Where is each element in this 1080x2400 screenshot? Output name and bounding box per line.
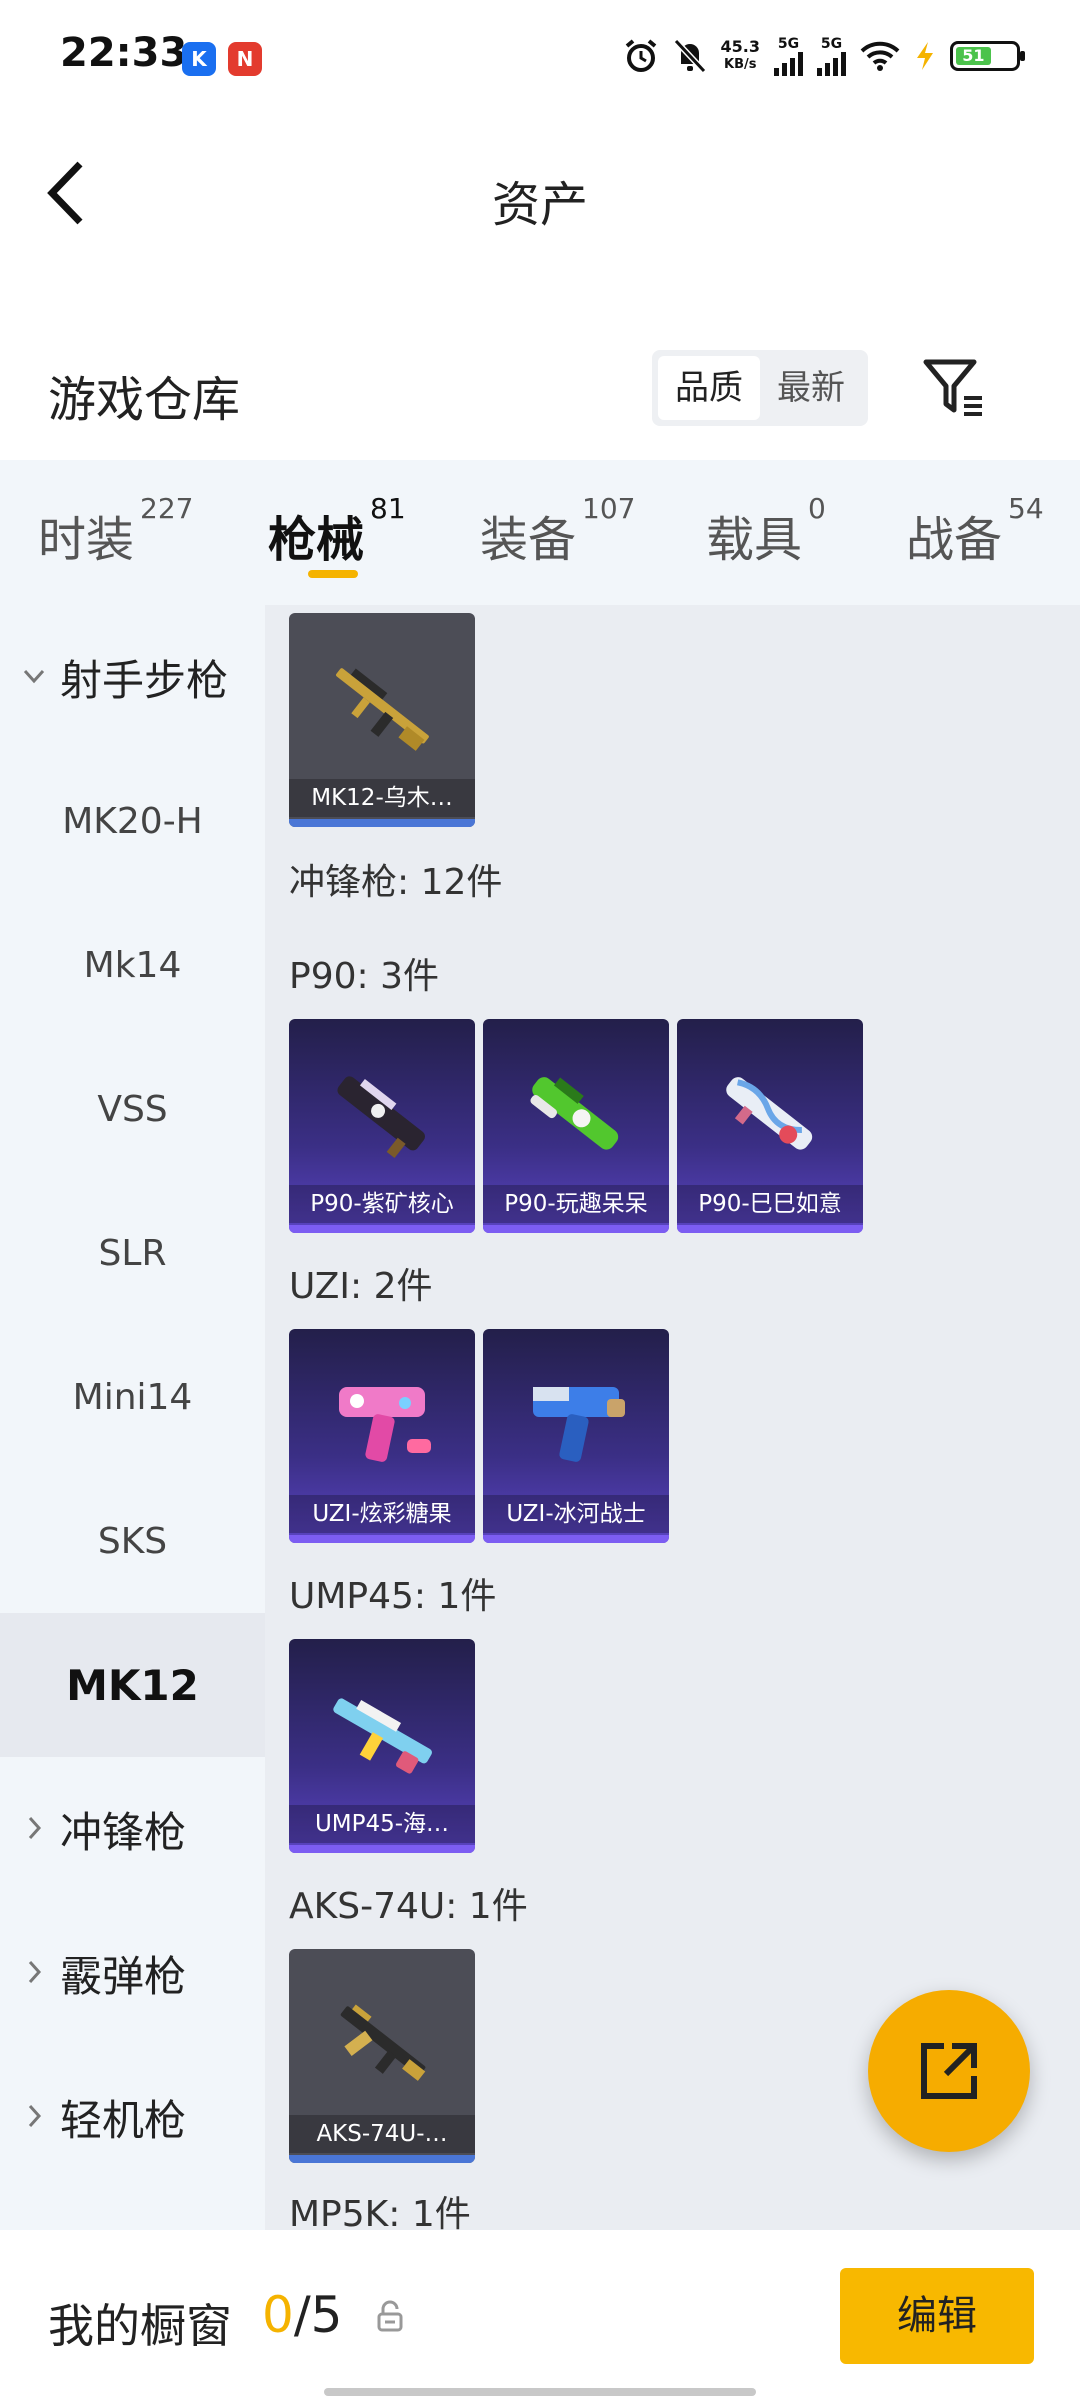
pistol-smg-icon <box>533 1387 625 1462</box>
quality-bar <box>289 1225 475 1233</box>
pistol-smg-icon <box>339 1387 431 1462</box>
warehouse-title: 游戏仓库 <box>48 372 241 428</box>
nav-item-mk12[interactable]: MK12 <box>0 1613 265 1757</box>
category-label-aks74u: AKS-74U: 1件 <box>289 1886 528 1927</box>
category-tabs: 时装227 枪械81 装备107 载具0 战备54 <box>0 460 1080 605</box>
quality-bar <box>289 1845 475 1853</box>
chevron-right-icon <box>28 1816 42 1840</box>
sort-latest-button[interactable]: 最新 <box>760 356 862 420</box>
nav-group-lmg[interactable]: 轻机枪 <box>0 2045 265 2189</box>
item-name: P90-玩趣呆呆 <box>483 1185 669 1223</box>
item-name: MK12-乌木… <box>289 779 475 817</box>
category-label-mp5k: MP5K: 1件 <box>289 2194 471 2230</box>
category-label-ump45: UMP45: 1件 <box>289 1576 497 1617</box>
nav-group-marksman-rifle[interactable]: 射手步枪 <box>0 605 265 749</box>
side-nav: 射手步枪 MK20-H Mk14 VSS SLR Mini14 SKS MK12… <box>0 605 265 2230</box>
wifi-icon <box>860 41 900 71</box>
item-name: P90-紫矿核心 <box>289 1185 475 1223</box>
smg-icon <box>726 1077 813 1150</box>
item-card-p90-1[interactable]: P90-紫矿核心 <box>289 1019 475 1233</box>
item-card-p90-2[interactable]: P90-玩趣呆呆 <box>483 1019 669 1233</box>
showcase-label: 我的橱窗 <box>48 2299 232 2353</box>
category-label-smg: 冲锋枪: 12件 <box>289 862 503 903</box>
nav-item-vss[interactable]: VSS <box>0 1037 265 1181</box>
rifle-icon <box>336 668 429 751</box>
item-name: UZI-炫彩糖果 <box>289 1495 475 1533</box>
smg-icon <box>337 1076 425 1159</box>
quality-bar <box>483 1535 669 1543</box>
tab-supplies[interactable]: 战备54 <box>906 492 1044 570</box>
quality-bar <box>289 2155 475 2163</box>
net-speed: 45.3 KB/s <box>720 37 760 73</box>
quality-bar <box>289 1535 475 1543</box>
app-badge-k: K <box>182 42 216 76</box>
page-title: 资产 <box>491 177 588 233</box>
mute-bell-icon <box>673 38 706 74</box>
smg-icon <box>530 1077 619 1150</box>
item-card-mk12[interactable]: MK12-乌木… <box>289 613 475 827</box>
showcase-bar: 我的橱窗 0/5 编辑 <box>0 2230 1080 2400</box>
rifle-icon <box>340 2004 426 2081</box>
edit-button[interactable]: 编辑 <box>840 2268 1034 2364</box>
item-name: P90-巳巳如意 <box>677 1185 863 1223</box>
nav-item-sks[interactable]: SKS <box>0 1469 265 1613</box>
chevron-right-icon <box>28 2104 42 2128</box>
charging-icon <box>917 42 933 70</box>
item-card-uzi-1[interactable]: UZI-炫彩糖果 <box>289 1329 475 1543</box>
item-card-ump45-1[interactable]: UMP45-海… <box>289 1639 475 1853</box>
tab-guns[interactable]: 枪械81 <box>268 492 406 570</box>
signal-1: 5G <box>774 36 803 76</box>
item-grid: MK12-乌木… 冲锋枪: 12件 P90: 3件 P90-紫矿核心 P90-玩… <box>265 605 1080 2230</box>
nav-item-mk14[interactable]: Mk14 <box>0 893 265 1037</box>
active-tab-indicator <box>308 570 358 578</box>
item-name: AKS-74U-… <box>289 2115 475 2153</box>
chevron-down-icon <box>23 669 45 684</box>
nav-item-slr[interactable]: SLR <box>0 1181 265 1325</box>
signal-2: 5G <box>817 36 846 76</box>
nav-item-mk20h[interactable]: MK20-H <box>0 749 265 893</box>
status-bar: 22:33 K N 45.3 KB/s 5G 5G 51 <box>0 0 1080 120</box>
quality-bar <box>289 819 475 827</box>
nav-group-shotgun[interactable]: 霰弹枪 <box>0 1901 265 2045</box>
lock-icon <box>377 2300 403 2332</box>
filter-button[interactable] <box>920 354 990 424</box>
share-icon <box>921 2043 977 2099</box>
smg-icon <box>333 1698 432 1774</box>
filter-icon <box>923 359 982 416</box>
quality-bar <box>677 1225 863 1233</box>
sort-quality-button[interactable]: 品质 <box>658 356 760 420</box>
category-label-p90: P90: 3件 <box>289 956 439 997</box>
signal-bars-icon <box>774 52 803 76</box>
item-card-aks74u-1[interactable]: AKS-74U-… <box>289 1949 475 2163</box>
signal-bars-icon <box>817 52 846 76</box>
nav-group-smg[interactable]: 冲锋枪 <box>0 1757 265 1901</box>
item-card-uzi-2[interactable]: UZI-冰河战士 <box>483 1329 669 1543</box>
home-indicator[interactable] <box>324 2388 756 2396</box>
item-card-p90-3[interactable]: P90-巳巳如意 <box>677 1019 863 1233</box>
tab-outfits[interactable]: 时装227 <box>38 492 193 570</box>
app-badge-n: N <box>228 42 262 76</box>
alarm-icon <box>625 39 656 72</box>
tab-equipment[interactable]: 装备107 <box>480 492 635 570</box>
chevron-right-icon <box>28 1960 42 1984</box>
status-icons: 45.3 KB/s 5G 5G 51 <box>623 36 1025 76</box>
warehouse-row: 游戏仓库 品质 最新 <box>0 330 1080 450</box>
showcase-count: 0/5 <box>262 2286 343 2344</box>
status-time: 22:33 <box>60 30 188 76</box>
battery-icon: 51 <box>950 41 1025 71</box>
share-fab[interactable] <box>868 1990 1030 2152</box>
tab-vehicles[interactable]: 载具0 <box>706 492 826 570</box>
nav-item-mini14[interactable]: Mini14 <box>0 1325 265 1469</box>
category-label-uzi: UZI: 2件 <box>289 1266 433 1307</box>
item-name: UMP45-海… <box>289 1805 475 1843</box>
item-name: UZI-冰河战士 <box>483 1495 669 1533</box>
sort-toggle: 品质 最新 <box>652 350 868 426</box>
header: 资产 <box>0 120 1080 270</box>
quality-bar <box>483 1225 669 1233</box>
